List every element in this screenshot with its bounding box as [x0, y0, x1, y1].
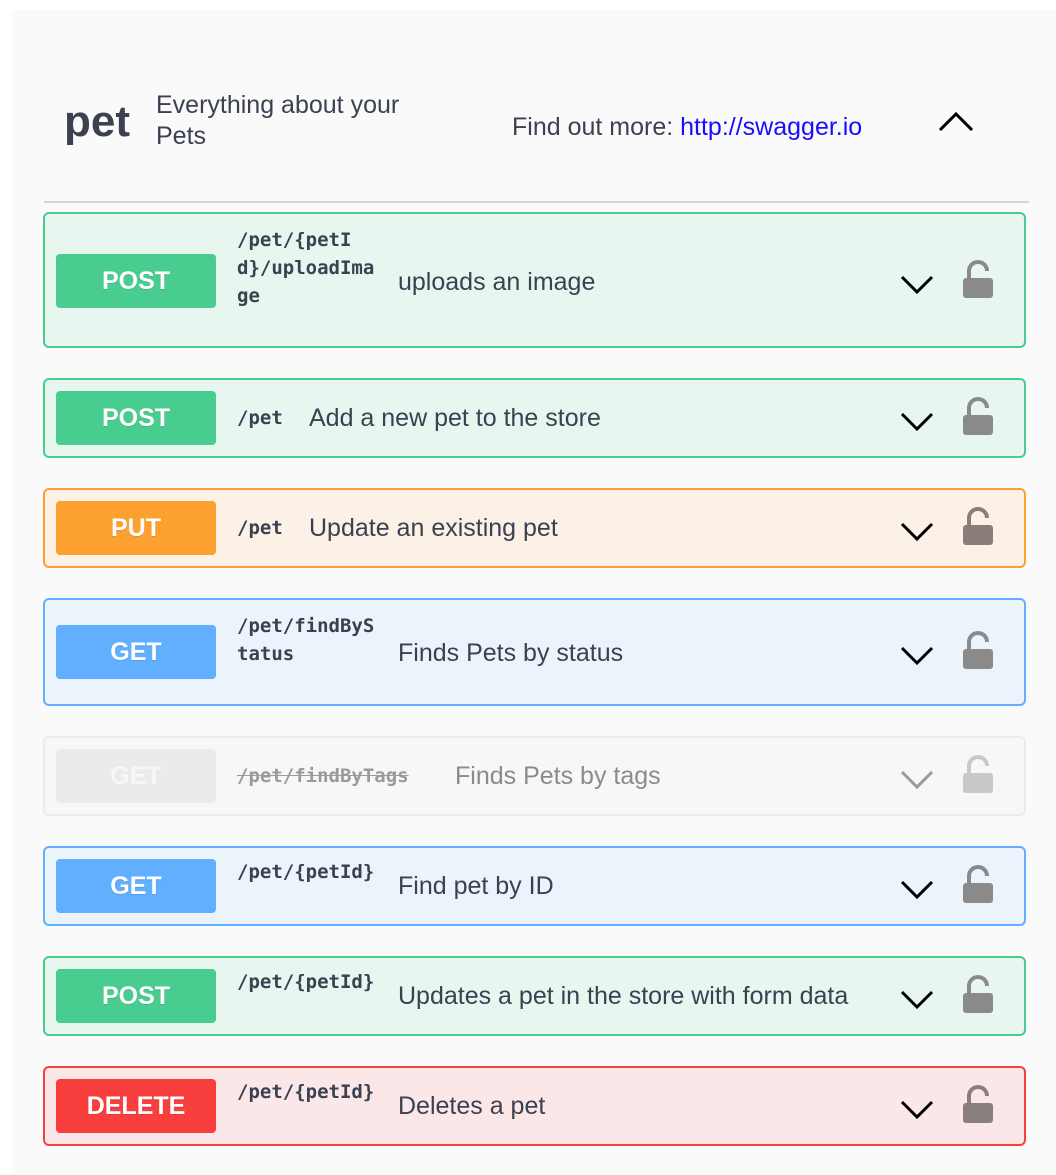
unlock-icon[interactable]: [961, 631, 995, 671]
opblock-post-upload-image[interactable]: POST /pet/{petId}/uploadImage uploads an…: [43, 212, 1026, 348]
external-docs: Find out more: http://swagger.io: [512, 112, 862, 143]
chevron-down-icon[interactable]: [899, 767, 935, 791]
chevron-down-icon[interactable]: [899, 1097, 935, 1121]
method-badge: GET: [56, 749, 216, 803]
chevron-down-icon[interactable]: [899, 272, 935, 296]
operation-summary: uploads an image: [398, 268, 596, 296]
unlock-icon[interactable]: [961, 755, 995, 795]
tag-description: Everything about your Pets: [156, 91, 400, 150]
opblock-post-add-pet[interactable]: POST /pet Add a new pet to the store: [43, 378, 1026, 458]
operation-summary: Finds Pets by status: [398, 639, 624, 667]
operation-path: /pet/{petId}: [237, 971, 375, 993]
chevron-up-icon[interactable]: [936, 106, 976, 136]
method-badge: GET: [56, 625, 216, 679]
method-badge: PUT: [56, 501, 216, 555]
operation-path: /pet: [237, 407, 283, 429]
operation-path: /pet/{petId}: [237, 1081, 375, 1103]
operation-summary: Deletes a pet: [398, 1092, 546, 1120]
operation-summary: Updates a pet in the store with form dat…: [398, 982, 849, 1010]
opblock-delete-pet[interactable]: DELETE /pet/{petId} Deletes a pet: [43, 1066, 1026, 1146]
operation-summary: Update an existing pet: [309, 514, 558, 542]
chevron-down-icon[interactable]: [899, 987, 935, 1011]
operation-path: /pet/findByTags: [237, 765, 409, 787]
external-docs-link[interactable]: http://swagger.io: [680, 113, 862, 141]
method-badge: POST: [56, 969, 216, 1023]
unlock-icon[interactable]: [961, 975, 995, 1015]
tag-section: pet Everything about your Pets Find out …: [12, 10, 1056, 1175]
unlock-icon[interactable]: [961, 865, 995, 905]
unlock-icon[interactable]: [961, 397, 995, 437]
opblock-get-find-by-tags-deprecated[interactable]: GET /pet/findByTags Finds Pets by tags: [43, 736, 1026, 816]
method-badge: GET: [56, 859, 216, 913]
chevron-down-icon[interactable]: [899, 643, 935, 667]
chevron-down-icon[interactable]: [899, 877, 935, 901]
operation-summary: Finds Pets by tags: [455, 762, 661, 790]
opblock-put-update-pet[interactable]: PUT /pet Update an existing pet: [43, 488, 1026, 568]
unlock-icon[interactable]: [961, 260, 995, 300]
method-badge: POST: [56, 254, 216, 308]
opblock-get-pet-by-id[interactable]: GET /pet/{petId} Find pet by ID: [43, 846, 1026, 926]
tag-name: pet: [64, 97, 130, 146]
operation-summary: Find pet by ID: [398, 872, 554, 900]
operation-path: /pet/{petId}: [237, 861, 375, 883]
external-docs-label: Find out more:: [512, 113, 674, 141]
tag-header[interactable]: pet Everything about your Pets Find out …: [44, 10, 1029, 203]
operation-path: /pet/{petId}/uploadImage: [237, 229, 375, 307]
method-badge: POST: [56, 391, 216, 445]
operation-summary: Add a new pet to the store: [309, 404, 601, 432]
unlock-icon[interactable]: [961, 507, 995, 547]
operation-path: /pet: [237, 517, 283, 539]
opblock-get-find-by-status[interactable]: GET /pet/findByStatus Finds Pets by stat…: [43, 598, 1026, 706]
method-badge: DELETE: [56, 1079, 216, 1133]
chevron-down-icon[interactable]: [899, 409, 935, 433]
opblock-post-update-pet-form[interactable]: POST /pet/{petId} Updates a pet in the s…: [43, 956, 1026, 1036]
unlock-icon[interactable]: [961, 1085, 995, 1125]
chevron-down-icon[interactable]: [899, 519, 935, 543]
operation-path: /pet/findByStatus: [237, 615, 375, 665]
